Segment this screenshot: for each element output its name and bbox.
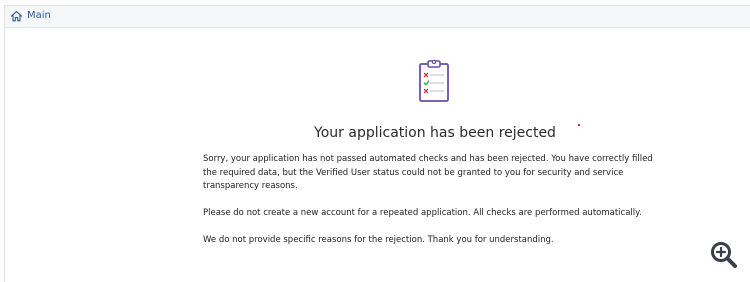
rejection-message: Sorry, your application has not passed a… [203,153,665,261]
home-icon [10,10,23,22]
top-bar: Main [5,6,750,28]
zoom-in-icon[interactable] [709,240,739,274]
clipboard-checklist-icon [418,59,452,107]
breadcrumb-label: Main [27,10,51,21]
rejection-title: Your application has been rejected [314,125,556,141]
message-paragraph: We do not provide specific reasons for t… [203,235,554,245]
message-paragraph: Please do not create a new account for a… [203,208,642,218]
message-paragraph: Sorry, your application has not passed a… [203,154,653,191]
breadcrumb-main[interactable]: Main [10,10,51,22]
